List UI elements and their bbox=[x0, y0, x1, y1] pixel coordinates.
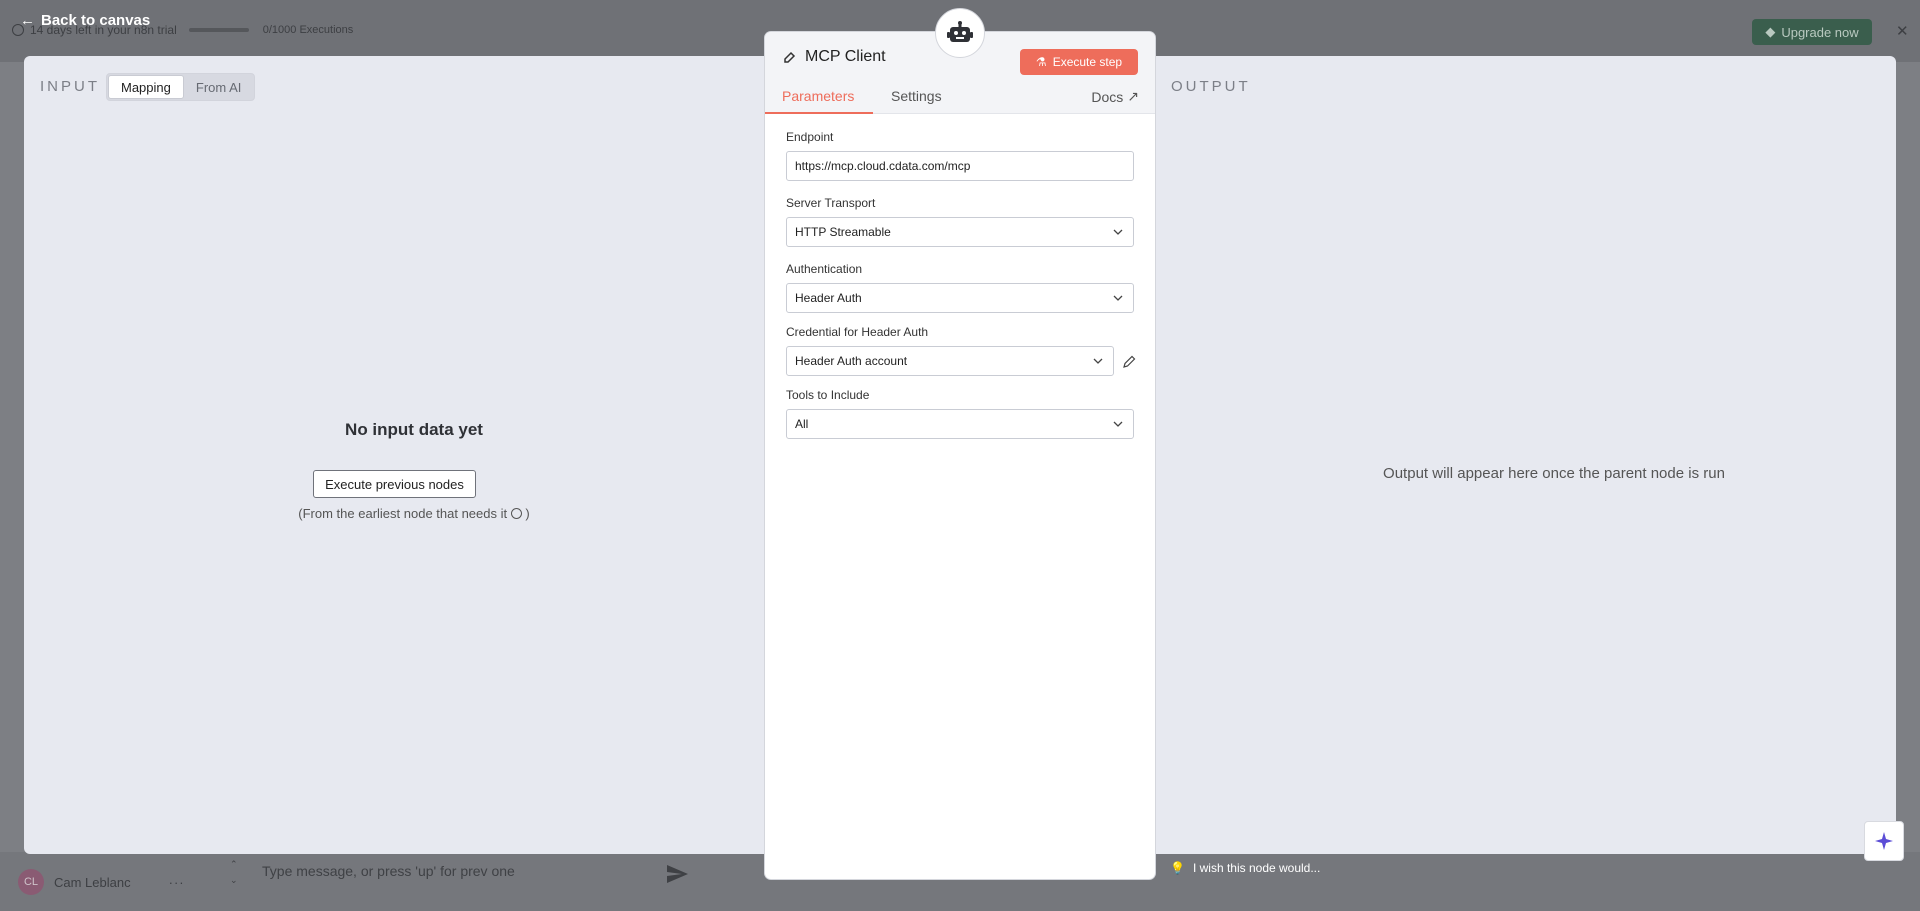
credential-select[interactable]: Header Auth account bbox=[786, 346, 1114, 376]
executions-progress bbox=[188, 28, 249, 32]
node-title[interactable]: MCP Client bbox=[783, 48, 886, 66]
chevron-down-icon bbox=[1113, 295, 1123, 301]
avatar: CL bbox=[18, 869, 44, 895]
endpoint-input[interactable]: https://mcp.cloud.cdata.com/mcp bbox=[786, 151, 1134, 181]
arrow-left-icon: ← bbox=[20, 12, 35, 29]
active-tab-indicator bbox=[765, 112, 873, 114]
authentication-label: Authentication bbox=[786, 262, 863, 276]
executions-count: 0/1000 Executions bbox=[262, 24, 354, 36]
input-mode-toggle: Mapping From AI bbox=[106, 73, 256, 101]
endpoint-label: Endpoint bbox=[786, 130, 834, 144]
input-empty-title: No input data yet bbox=[345, 420, 483, 439]
user-menu[interactable]: CL Cam Leblanc ··· bbox=[18, 869, 185, 895]
close-icon[interactable]: ✕ bbox=[1896, 22, 1909, 40]
sparkle-icon bbox=[1875, 832, 1893, 850]
output-pane-title: OUTPUT bbox=[1171, 78, 1251, 95]
send-icon[interactable] bbox=[665, 862, 689, 886]
tools-label: Tools to Include bbox=[786, 388, 870, 402]
user-name: Cam Leblanc bbox=[54, 874, 131, 890]
chevron-down-icon bbox=[1113, 421, 1123, 427]
execute-step-button[interactable]: ⚗ Execute step bbox=[1020, 49, 1138, 75]
diamond-icon: ◆ bbox=[1765, 24, 1776, 39]
back-to-canvas-button[interactable]: ← Back to canvas bbox=[20, 12, 150, 29]
credential-field: Credential for Header Auth Header Auth a… bbox=[786, 325, 1136, 376]
more-icon[interactable]: ··· bbox=[169, 875, 185, 890]
tab-from-ai[interactable]: From AI bbox=[184, 75, 254, 99]
feedback-link[interactable]: 💡 I wish this node would... bbox=[1170, 861, 1320, 875]
ai-assistant-button[interactable] bbox=[1864, 821, 1904, 861]
back-label: Back to canvas bbox=[41, 12, 151, 29]
flask-icon: ⚗ bbox=[1035, 55, 1047, 69]
authentication-select[interactable]: Header Auth bbox=[786, 283, 1134, 313]
endpoint-field: Endpoint https://mcp.cloud.cdata.com/mcp bbox=[786, 130, 1134, 181]
transport-label: Server Transport bbox=[786, 196, 876, 210]
tab-parameters[interactable]: Parameters bbox=[782, 88, 854, 104]
credential-label: Credential for Header Auth bbox=[786, 325, 929, 339]
tools-field: Tools to Include All bbox=[786, 388, 1134, 439]
tab-settings[interactable]: Settings bbox=[891, 88, 942, 104]
transport-field: Server Transport HTTP Streamable bbox=[786, 196, 1134, 247]
input-pane-title: INPUT bbox=[40, 78, 100, 95]
robot-icon bbox=[935, 8, 985, 58]
output-empty-message: Output will appear here once the parent … bbox=[1383, 465, 1725, 482]
tools-select[interactable]: All bbox=[786, 409, 1134, 439]
edit-credential-icon[interactable] bbox=[1122, 355, 1136, 369]
external-link-icon: ↗ bbox=[1127, 88, 1139, 104]
docs-link[interactable]: Docs ↗ bbox=[1091, 88, 1139, 105]
chevron-down-icon bbox=[1093, 358, 1103, 364]
chevron-down-icon bbox=[1113, 229, 1123, 235]
node-tabs: Parameters Settings Docs ↗ bbox=[765, 84, 1155, 114]
execute-previous-nodes-button[interactable]: Execute previous nodes bbox=[313, 470, 476, 498]
upgrade-label: Upgrade now bbox=[1781, 24, 1859, 40]
lightbulb-icon: 💡 bbox=[1170, 861, 1185, 875]
history-arrows-icon[interactable]: ⌃ ⌄ bbox=[230, 856, 238, 888]
node-parameters-panel: MCP Client ⚗ Execute step Parameters Set… bbox=[765, 32, 1155, 879]
help-icon[interactable] bbox=[510, 508, 522, 519]
pencil-tag-icon bbox=[784, 51, 796, 63]
tab-mapping[interactable]: Mapping bbox=[108, 75, 184, 99]
input-hint: (From the earliest node that needs it ) bbox=[298, 506, 530, 521]
transport-select[interactable]: HTTP Streamable bbox=[786, 217, 1134, 247]
chat-input[interactable]: Type message, or press 'up' for prev one bbox=[262, 863, 515, 879]
authentication-field: Authentication Header Auth bbox=[786, 262, 1134, 313]
upgrade-button[interactable]: ◆ Upgrade now bbox=[1752, 19, 1872, 45]
